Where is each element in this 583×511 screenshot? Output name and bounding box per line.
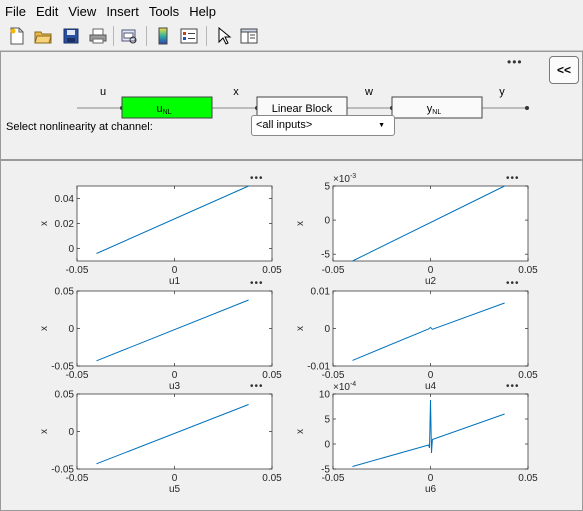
colorbar-icon[interactable] <box>154 27 172 45</box>
signal-label-w: w <box>364 86 373 98</box>
x-axis-label: u6 <box>425 484 437 495</box>
y-tick-label: -0.01 <box>307 362 330 373</box>
x-tick-label: -0.05 <box>322 265 345 276</box>
menu-help[interactable]: Help <box>184 4 221 19</box>
panels-icon[interactable] <box>240 27 258 45</box>
axes-options-icon[interactable]: ••• <box>506 173 520 184</box>
toolbar-separator <box>146 26 147 46</box>
plot-area <box>332 185 529 262</box>
y-tick-label: 0.01 <box>311 287 331 298</box>
print-preview-icon[interactable] <box>120 27 138 45</box>
menu-tools[interactable]: Tools <box>144 4 184 19</box>
y-tick-label: 0 <box>68 244 74 255</box>
y-axis-label: x <box>295 221 306 226</box>
toolbar <box>0 22 583 51</box>
print-icon[interactable] <box>89 27 107 45</box>
y-axis-label: x <box>295 429 306 434</box>
y-tick-label: -0.05 <box>51 465 74 476</box>
x-tick-label: 0.05 <box>518 265 538 276</box>
plots-canvas: -0.05 0 0.050.040.020u1x•••-0.05 0 0.0550-5u… <box>39 173 538 495</box>
x-tick-label: 0 <box>172 370 178 381</box>
input-nonlinearity-block[interactable]: uNL <box>121 96 213 119</box>
x-axis-label: u5 <box>169 484 181 495</box>
x-tick-label: 0.05 <box>262 265 282 276</box>
x-tick-label: 0 <box>172 473 178 484</box>
toolbar-separator <box>206 26 207 46</box>
signal-label-y: y <box>499 86 505 98</box>
plot-area <box>76 185 273 262</box>
x-axis-label: u1 <box>169 276 181 287</box>
x-tick-label: 0.05 <box>262 370 282 381</box>
y-tick-label: 0 <box>324 216 330 227</box>
axes-options-icon[interactable]: ••• <box>506 278 520 289</box>
y-exponent-label: ×10-3 <box>333 173 356 185</box>
new-file-icon[interactable] <box>8 27 26 45</box>
y-axis-label: x <box>39 429 50 434</box>
axes-options-icon[interactable]: ••• <box>250 381 264 392</box>
plot-area <box>332 290 529 367</box>
y-tick-label: -5 <box>321 465 330 476</box>
y-tick-label: 0 <box>68 427 74 438</box>
y-tick-label: 5 <box>324 415 330 426</box>
toolbar-separator <box>113 26 114 46</box>
x-tick-label: 0 <box>428 370 434 381</box>
block-diagram-panel: ••• << u x w y uNL Linear Block yNL Sele… <box>0 51 583 160</box>
channel-select-value: <all inputs> <box>256 119 313 131</box>
y-tick-label: 0 <box>324 440 330 451</box>
y-tick-label: -0.05 <box>51 362 74 373</box>
output-nonlinearity-block[interactable]: yNL <box>391 96 483 119</box>
axes-4: -0.05 0 0.050.010-0.01u4x••• <box>295 278 538 392</box>
axes-2: -0.05 0 0.05 5 0 -5 u2 x ×10-3 ••• <box>295 173 538 287</box>
y-tick-label: 0 <box>68 324 74 335</box>
menu-file[interactable]: File <box>0 4 31 19</box>
x-tick-label: 0 <box>172 265 178 276</box>
x-tick-label: 0 <box>428 473 434 484</box>
y-tick-label: -5 <box>321 250 330 261</box>
y-tick-label: 5 <box>324 182 330 193</box>
y-tick-label: 10 <box>319 390 331 401</box>
channel-select[interactable]: <all inputs> ▼ <box>251 115 395 136</box>
signal-label-x: x <box>233 86 239 98</box>
plot-area <box>76 393 273 470</box>
svg-text:Linear Block: Linear Block <box>272 103 333 115</box>
plots-panel: -0.05 0 0.05 0.04 0.02 0 u1 x ••• -0.05 0 0.05 5 0 -5 u… <box>0 160 583 511</box>
x-tick-label: 0.05 <box>518 370 538 381</box>
block-diagram: u x w y uNL Linear Block yNL <box>77 86 529 119</box>
axes-1: -0.05 0 0.050.040.020u1x••• <box>39 173 282 287</box>
y-axis-label: x <box>39 326 50 331</box>
x-axis-label: u3 <box>169 381 181 392</box>
legend-icon[interactable] <box>180 27 198 45</box>
pointer-icon[interactable] <box>214 27 232 45</box>
y-tick-label: 0.05 <box>55 390 75 401</box>
menu-edit[interactable]: Edit <box>31 4 63 19</box>
x-tick-label: 0 <box>428 265 434 276</box>
menu-insert[interactable]: Insert <box>101 4 144 19</box>
axes-6: -0.05 0 0.051050-5u6x×10-4 ••• <box>295 381 538 495</box>
axes-3: -0.05 0 0.050.050-0.05u3x••• <box>39 278 282 392</box>
y-tick-label: 0.05 <box>55 287 75 298</box>
y-axis-label: x <box>295 326 306 331</box>
menu-view[interactable]: View <box>63 4 101 19</box>
axes-options-icon[interactable]: ••• <box>506 381 520 392</box>
axes-5: -0.05 0 0.050.050-0.05u5x••• <box>39 381 282 495</box>
axes-options-icon[interactable]: ••• <box>250 278 264 289</box>
open-folder-icon[interactable] <box>34 27 52 45</box>
x-tick-label: 0.05 <box>518 473 538 484</box>
x-axis-label: u4 <box>425 381 437 392</box>
y-tick-label: 0 <box>324 324 330 335</box>
select-nonlinearity-label: Select nonlinearity at channel: <box>6 121 153 133</box>
chevron-down-icon: ▼ <box>378 122 385 129</box>
x-tick-label: -0.05 <box>66 265 89 276</box>
x-tick-label: 0.05 <box>262 473 282 484</box>
y-tick-label: 0.04 <box>55 194 75 205</box>
signal-label-u: u <box>100 86 106 98</box>
x-axis-label: u2 <box>425 276 437 287</box>
axes-options-icon[interactable]: ••• <box>250 173 264 184</box>
save-icon[interactable] <box>62 27 80 45</box>
y-tick-label: 0.02 <box>55 219 75 230</box>
y-axis-label: x <box>39 221 50 226</box>
y-exponent-label: ×10-4 <box>333 381 356 393</box>
menu-bar: File Edit View Insert Tools Help <box>0 0 583 22</box>
